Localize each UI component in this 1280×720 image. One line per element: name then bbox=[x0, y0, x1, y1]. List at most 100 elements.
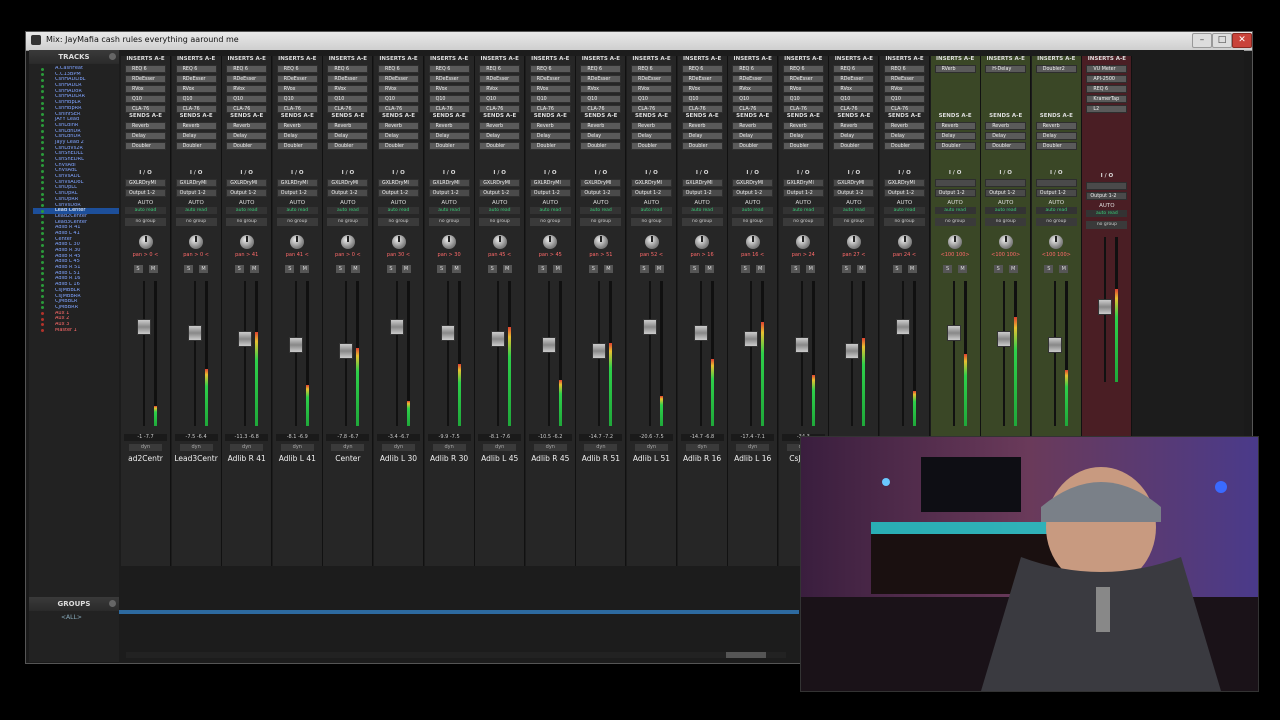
fader-track[interactable] bbox=[902, 281, 904, 426]
solo-button[interactable]: S bbox=[487, 265, 497, 273]
solo-button[interactable]: S bbox=[538, 265, 548, 273]
send-slot-empty[interactable] bbox=[125, 162, 166, 170]
send-slot-empty[interactable] bbox=[429, 162, 470, 170]
insert-slot[interactable]: Q10 bbox=[378, 95, 419, 103]
send-slot-empty[interactable] bbox=[935, 162, 976, 170]
send-slot[interactable]: Doubler bbox=[175, 142, 217, 150]
insert-slot[interactable]: RVox bbox=[884, 85, 925, 93]
mute-button[interactable]: M bbox=[755, 265, 765, 273]
send-slot-empty[interactable] bbox=[226, 162, 267, 170]
solo-button[interactable]: S bbox=[386, 265, 396, 273]
send-slot[interactable]: Delay bbox=[529, 132, 571, 140]
insert-slot[interactable]: RDeEsser bbox=[833, 75, 875, 83]
mute-button[interactable]: M bbox=[452, 265, 462, 273]
input-selector[interactable] bbox=[934, 179, 976, 187]
automation-mode[interactable]: auto read bbox=[1035, 207, 1077, 214]
dyn-button[interactable]: dyn bbox=[635, 444, 668, 451]
volume-fader[interactable] bbox=[288, 337, 303, 353]
fader-track[interactable] bbox=[143, 281, 145, 426]
send-slot-empty[interactable] bbox=[1086, 165, 1127, 173]
track-status-icon[interactable] bbox=[41, 232, 44, 236]
input-selector[interactable]: GXLRDryMl bbox=[428, 179, 470, 187]
send-slot[interactable]: Delay bbox=[833, 132, 875, 140]
volume-fader[interactable] bbox=[390, 319, 404, 335]
insert-slot[interactable]: RVox bbox=[631, 85, 672, 93]
send-slot[interactable]: Doubler bbox=[428, 142, 470, 150]
insert-slot[interactable]: RVerb bbox=[934, 65, 976, 73]
group-selector[interactable]: no group bbox=[378, 218, 419, 226]
fader-track[interactable] bbox=[699, 281, 702, 426]
send-slot-empty[interactable] bbox=[479, 152, 520, 160]
insert-slot[interactable]: RDeEsser bbox=[631, 75, 672, 83]
send-slot[interactable]: Reverb bbox=[529, 122, 571, 130]
send-slot[interactable]: Reverb bbox=[479, 122, 521, 130]
insert-slot-empty[interactable] bbox=[985, 105, 1026, 113]
output-selector[interactable]: Output 1-2 bbox=[1035, 189, 1077, 197]
send-slot-empty[interactable] bbox=[429, 152, 470, 160]
insert-slot[interactable]: RDeEsser bbox=[226, 75, 268, 83]
output-selector[interactable]: Output 1-2 bbox=[226, 189, 268, 197]
track-status-icon[interactable] bbox=[41, 141, 44, 145]
send-slot[interactable]: Delay bbox=[934, 132, 976, 140]
track-status-icon[interactable] bbox=[41, 255, 44, 259]
automation-mode[interactable]: auto read bbox=[580, 207, 622, 214]
track-status-icon[interactable] bbox=[41, 272, 44, 276]
automation-mode[interactable]: auto read bbox=[226, 207, 268, 214]
dyn-button[interactable]: dyn bbox=[129, 444, 162, 451]
dyn-button[interactable]: dyn bbox=[382, 444, 415, 451]
send-slot[interactable]: Delay bbox=[276, 132, 318, 140]
track-status-icon[interactable] bbox=[41, 312, 44, 316]
insert-slot[interactable]: RDeEsser bbox=[580, 75, 622, 83]
pan-knob[interactable] bbox=[543, 235, 558, 249]
solo-button[interactable]: S bbox=[234, 265, 244, 273]
send-slot[interactable]: Reverb bbox=[884, 122, 925, 130]
output-selector[interactable]: Output 1-2 bbox=[125, 189, 166, 197]
automation-mode[interactable]: auto read bbox=[276, 207, 318, 214]
output-selector[interactable]: Output 1-2 bbox=[580, 189, 622, 197]
automation-mode[interactable]: auto read bbox=[631, 207, 672, 214]
dyn-button[interactable]: dyn bbox=[736, 444, 770, 451]
send-slot[interactable]: Doubler bbox=[327, 142, 369, 150]
group-selector[interactable]: no group bbox=[580, 218, 622, 226]
send-slot-empty[interactable] bbox=[985, 162, 1026, 170]
send-slot-empty[interactable] bbox=[631, 162, 672, 170]
insert-slot[interactable]: REQ 6 bbox=[631, 65, 672, 73]
send-slot[interactable]: Delay bbox=[125, 132, 166, 140]
pan-knob[interactable] bbox=[492, 235, 507, 249]
insert-slot[interactable]: RDeEsser bbox=[276, 75, 318, 83]
track-status-icon[interactable] bbox=[41, 90, 44, 94]
track-status-icon[interactable] bbox=[41, 209, 44, 213]
horizontal-scrollbar[interactable] bbox=[126, 652, 786, 658]
automation-mode[interactable]: auto read bbox=[985, 207, 1027, 214]
volume-fader[interactable] bbox=[794, 337, 809, 353]
insert-slot[interactable]: REQ 6 bbox=[327, 65, 369, 73]
solo-button[interactable]: S bbox=[133, 265, 143, 273]
automation-mode[interactable]: auto read bbox=[479, 207, 521, 214]
insert-slot[interactable]: CLA-76 bbox=[681, 105, 723, 113]
mute-button[interactable]: M bbox=[300, 265, 310, 273]
solo-button[interactable]: S bbox=[285, 265, 295, 273]
insert-slot[interactable]: RVox bbox=[428, 85, 470, 93]
close-button[interactable]: ✕ bbox=[1232, 33, 1252, 48]
insert-slot[interactable]: RDeEsser bbox=[884, 75, 925, 83]
send-slot[interactable]: Delay bbox=[479, 132, 521, 140]
fader-track[interactable] bbox=[1003, 281, 1006, 426]
send-slot-empty[interactable] bbox=[479, 162, 520, 170]
volume-fader[interactable] bbox=[744, 331, 759, 347]
track-status-icon[interactable] bbox=[41, 113, 44, 116]
send-slot[interactable]: Delay bbox=[378, 132, 419, 140]
output-selector[interactable]: Output 1-2 bbox=[327, 189, 369, 197]
automation-mode[interactable]: auto read bbox=[681, 207, 723, 214]
insert-slot[interactable]: RVox bbox=[782, 85, 824, 93]
send-slot[interactable]: Doubler bbox=[378, 142, 419, 150]
insert-slot[interactable]: Q10 bbox=[681, 95, 723, 103]
pan-knob[interactable] bbox=[593, 235, 608, 249]
send-slot[interactable]: Reverb bbox=[1035, 122, 1077, 130]
input-selector[interactable] bbox=[985, 179, 1027, 187]
automation-mode[interactable]: auto read bbox=[378, 207, 419, 214]
track-name[interactable]: Adlib L 51 bbox=[627, 454, 676, 463]
insert-slot-empty[interactable] bbox=[935, 75, 976, 83]
insert-slot[interactable]: REQ 6 bbox=[580, 65, 622, 73]
insert-slot[interactable]: CLA-76 bbox=[782, 105, 824, 113]
insert-slot-empty[interactable] bbox=[1036, 75, 1077, 83]
